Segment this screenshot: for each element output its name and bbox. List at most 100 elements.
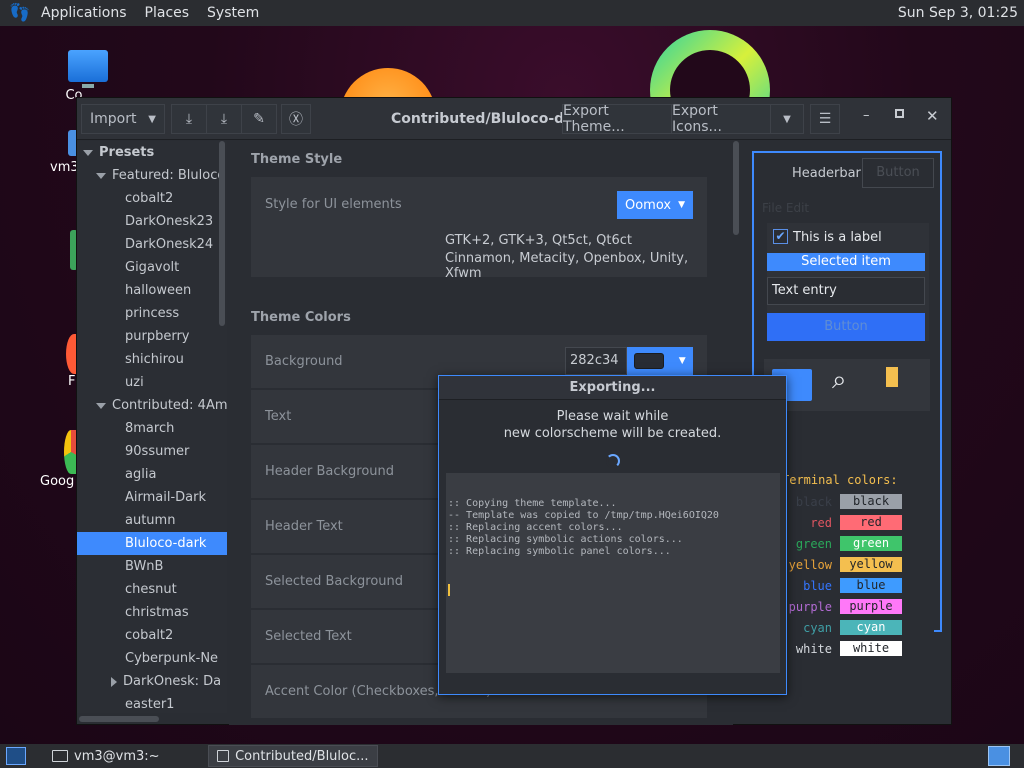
download-button[interactable]: ⤓ xyxy=(171,104,207,134)
preview-button-label: Button xyxy=(824,319,868,334)
preview-headerbar-button-label: Button xyxy=(876,165,920,180)
close-icon[interactable]: ✕ xyxy=(926,107,939,125)
gnome-foot-icon[interactable]: 👣 xyxy=(8,0,32,26)
checkbox-checked-icon[interactable]: ✔ xyxy=(773,229,788,244)
workspace-switcher[interactable] xyxy=(988,746,1010,766)
style-dropdown[interactable]: Oomox ▼ xyxy=(617,191,693,219)
taskbar-oomox-label: Contributed/Bluloc... xyxy=(235,748,369,764)
sidebar-group-contributed[interactable]: Contributed: 4Am xyxy=(77,394,227,417)
sidebar-item-label: chesnut xyxy=(125,582,177,597)
desktop-icon-computer[interactable]: Co xyxy=(48,50,128,103)
background-color-button[interactable]: ▼ xyxy=(627,347,693,375)
sidebar-item[interactable]: DarkOnesk: Da xyxy=(77,670,227,693)
bottom-panel: vm3@vm3:~ Contributed/Bluloc... xyxy=(0,744,1024,768)
show-desktop-icon[interactable] xyxy=(6,747,26,765)
edit-button[interactable]: ✎ xyxy=(241,104,277,134)
sidebar-item[interactable]: cobalt2 xyxy=(77,624,227,647)
sidebar-item[interactable]: purpberry xyxy=(77,325,227,348)
terminal-icon xyxy=(52,750,68,762)
taskbar-terminal[interactable]: vm3@vm3:~ xyxy=(44,745,168,767)
terminal-color-swatch: green xyxy=(840,536,902,551)
sidebar-item[interactable]: 90ssumer xyxy=(77,440,227,463)
taskbar-oomox[interactable]: Contributed/Bluloc... xyxy=(207,745,378,767)
sidebar-item-label: easter1 xyxy=(125,697,175,712)
sidebar-item-label: autumn xyxy=(125,513,176,528)
menu-places[interactable]: Places xyxy=(136,0,199,26)
sidebar-item-label: uzi xyxy=(125,375,144,390)
export-theme-button[interactable]: Export Theme... xyxy=(562,103,672,135)
close-circle-icon: Ⓧ xyxy=(289,112,303,128)
sidebar-item[interactable]: Cyberpunk-Ne xyxy=(77,647,227,670)
sidebar-item[interactable]: uzi xyxy=(77,371,227,394)
export-message-line2: new colorscheme will be created. xyxy=(503,426,722,441)
preview-button[interactable]: Button xyxy=(767,313,925,341)
sidebar-item[interactable]: DarkOnesk24 xyxy=(77,233,227,256)
sidebar-item[interactable]: princess xyxy=(77,302,227,325)
sidebar-root-presets[interactable]: Presets xyxy=(77,141,227,164)
preview-selected-item[interactable]: Selected item xyxy=(767,253,925,271)
import-button[interactable]: Import ▼ xyxy=(81,104,165,134)
export-icons-label: Export Icons... xyxy=(672,103,722,135)
sidebar-item-label: BWnB xyxy=(125,559,164,574)
sidebar-item[interactable]: easter1 xyxy=(77,693,227,713)
terminal-color-name: yellow xyxy=(788,557,832,572)
sidebar-scrollbar[interactable] xyxy=(219,141,225,326)
theme-style-heading: Theme Style xyxy=(251,152,343,167)
sidebar-item-label: Bluloco-dark xyxy=(125,536,207,551)
sidebar-group-featured[interactable]: Featured: Bluloco xyxy=(77,164,227,187)
exporting-dialog: Exporting... Please wait while new color… xyxy=(438,375,787,695)
remove-button[interactable]: Ⓧ xyxy=(281,104,311,134)
log-line: :: Replacing symbolic actions colors... xyxy=(448,534,683,545)
main-menu-button[interactable]: ☰ xyxy=(810,104,840,134)
sidebar-item[interactable]: BWnB xyxy=(77,555,227,578)
save-as-button[interactable]: ⤓ xyxy=(206,104,242,134)
minimize-icon[interactable]: – xyxy=(863,108,870,123)
sidebar-item-label: halloween xyxy=(125,283,192,298)
chevron-down-icon: ▼ xyxy=(148,113,156,125)
chevron-down-icon: ▼ xyxy=(678,356,686,366)
settings-scrollbar[interactable] xyxy=(733,141,739,235)
sidebar-item[interactable]: Bluloco-dark xyxy=(77,532,227,555)
desktop-icon-folder[interactable] xyxy=(58,230,78,270)
sidebar-item[interactable]: DarkOnesk23 xyxy=(77,210,227,233)
sidebar-item-label: Contributed: 4Am xyxy=(112,398,227,413)
sidebar-item-label: shichirou xyxy=(125,352,184,367)
preview-headerbar-label: Headerbar xyxy=(792,166,861,181)
terminal-color-name: white xyxy=(795,641,832,656)
sidebar-item[interactable]: 8march xyxy=(77,417,227,440)
sidebar-item[interactable]: autumn xyxy=(77,509,227,532)
sidebar-item[interactable]: Gigavolt xyxy=(77,256,227,279)
sidebar-item[interactable]: christmas xyxy=(77,601,227,624)
top-panel: 👣 Applications Places System Sun Sep 3, … xyxy=(0,0,1024,26)
sidebar-item[interactable]: aglia xyxy=(77,463,227,486)
window-icon xyxy=(216,750,230,762)
sidebar-item[interactable]: chesnut xyxy=(77,578,227,601)
sidebar-item[interactable]: Airmail-Dark xyxy=(77,486,227,509)
menu-system[interactable]: System xyxy=(198,0,268,26)
export-log[interactable]: :: Copying theme template... -- Template … xyxy=(446,473,780,673)
panel-clock[interactable]: Sun Sep 3, 01:25 xyxy=(898,0,1018,26)
background-hex-input[interactable]: 282c34 xyxy=(565,347,627,375)
sidebar-item-label: aglia xyxy=(125,467,157,482)
selected-background-label: Selected Background xyxy=(265,574,404,589)
export-icons-button[interactable]: Export Icons... xyxy=(671,103,771,135)
style-description-1: GTK+2, GTK+3, Qt5ct, Qt6ct xyxy=(445,233,632,248)
menu-applications[interactable]: Applications xyxy=(32,0,136,26)
export-theme-label: Export Theme... xyxy=(563,103,625,135)
terminal-color-swatch: cyan xyxy=(840,620,902,635)
sidebar-item[interactable]: shichirou xyxy=(77,348,227,371)
maximize-icon[interactable] xyxy=(895,109,904,118)
terminal-color-row: black black xyxy=(782,491,934,512)
export-menu-button[interactable]: ▼ xyxy=(770,104,804,134)
sidebar-horizontal-scrollbar[interactable] xyxy=(79,716,159,722)
preview-headerbar-button[interactable]: Button xyxy=(862,158,934,188)
preview-text-entry[interactable]: Text entry xyxy=(767,277,925,305)
preview-checkbox-label: This is a label xyxy=(793,230,882,245)
presets-sidebar: Presets Featured: Bluloco cobalt2 DarkOne… xyxy=(77,141,227,713)
sidebar-item[interactable]: halloween xyxy=(77,279,227,302)
terminal-color-swatch: black xyxy=(840,494,902,509)
exporting-dialog-title: Exporting... xyxy=(439,376,786,400)
terminal-color-row: white white xyxy=(782,638,934,659)
sidebar-item[interactable]: cobalt2 xyxy=(77,187,227,210)
background-label: Background xyxy=(265,354,343,369)
